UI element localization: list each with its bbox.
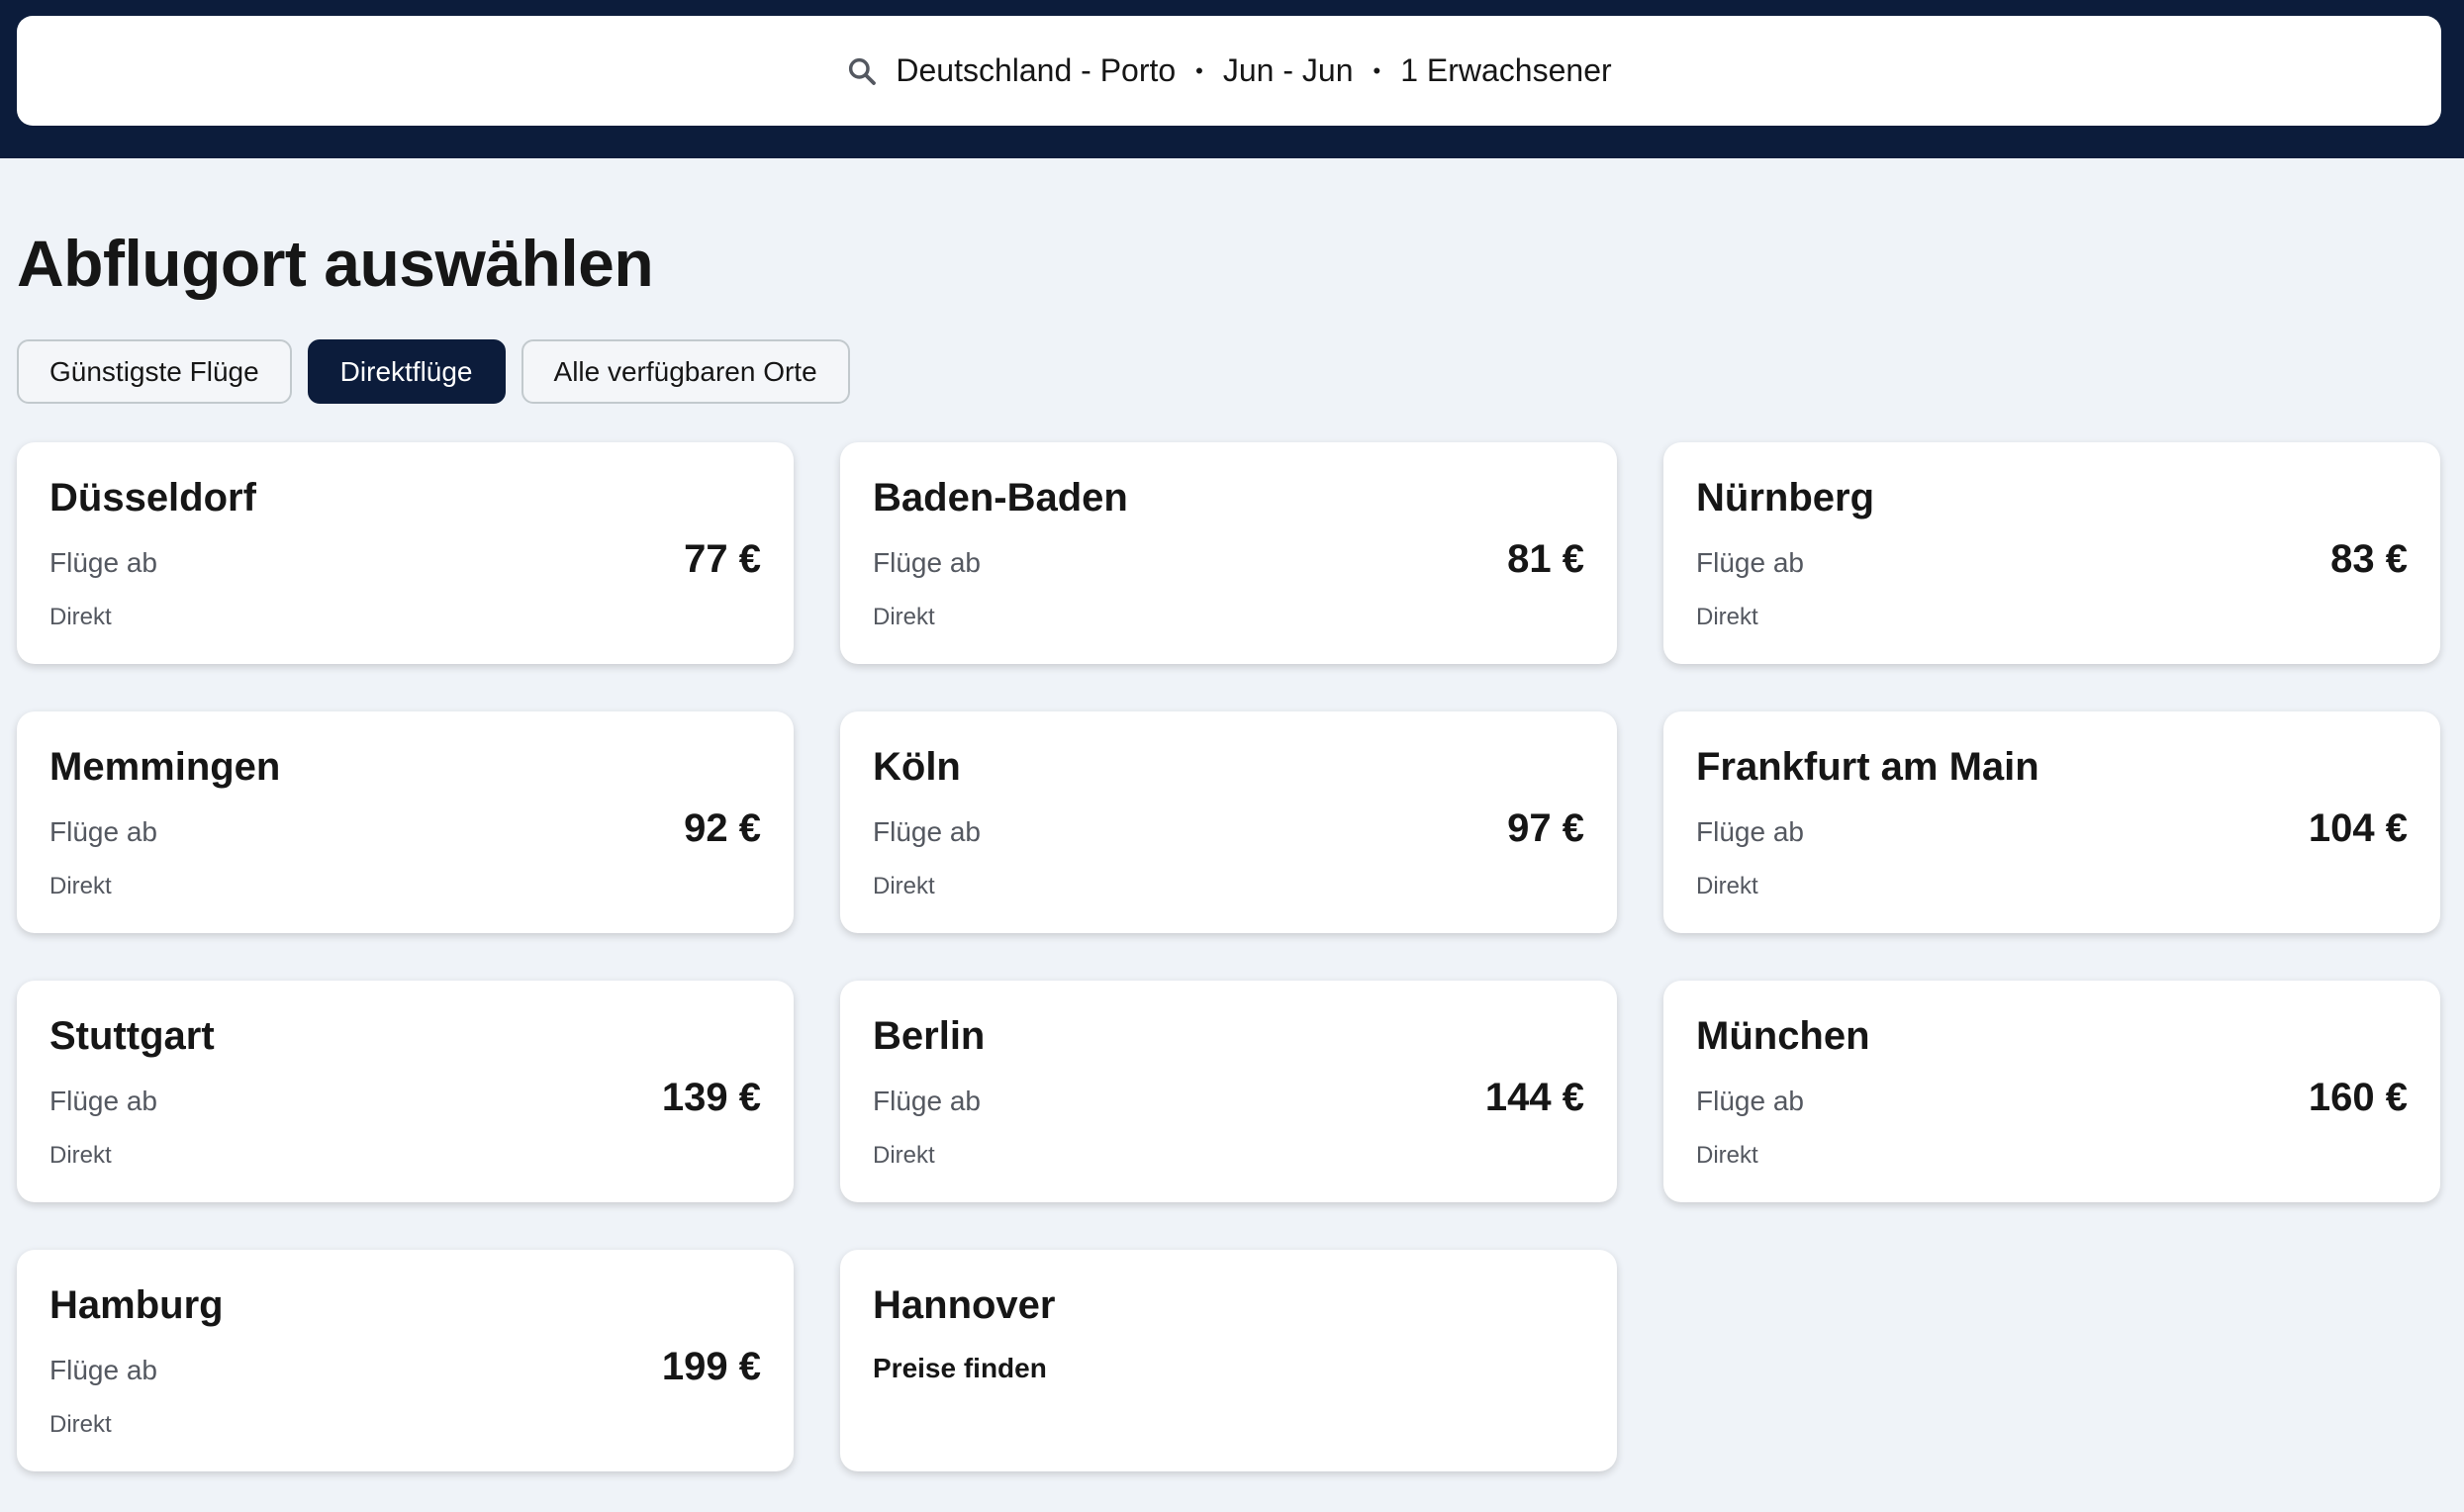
filter-direct-button[interactable]: Direktflüge (307, 339, 506, 404)
card-stops: Direkt (1696, 604, 1758, 630)
departure-card-baden-baden[interactable]: Baden-Baden Flüge ab 81 € Direkt (840, 442, 1617, 664)
card-stops: Direkt (873, 873, 935, 899)
search-icon (849, 57, 877, 85)
card-from-label: Flüge ab (49, 816, 157, 847)
departure-card-berlin[interactable]: Berlin Flüge ab 144 € Direkt (840, 981, 1617, 1202)
card-price: 139 € (661, 1076, 761, 1119)
card-price: 144 € (1484, 1076, 1584, 1119)
card-from-label: Flüge ab (1696, 1086, 1804, 1116)
departure-card-muenchen[interactable]: München Flüge ab 160 € Direkt (1663, 981, 2440, 1202)
card-stops: Direkt (873, 1142, 935, 1169)
card-city: Nürnberg (1696, 476, 1874, 520)
card-stops: Direkt (49, 1411, 112, 1438)
departure-card-hannover[interactable]: Hannover Preise finden (840, 1250, 1617, 1471)
card-price: 83 € (2330, 537, 2408, 581)
card-city: Frankfurt am Main (1696, 745, 2039, 789)
card-city: Hamburg (49, 1283, 224, 1327)
departure-card-nuernberg[interactable]: Nürnberg Flüge ab 83 € Direkt (1663, 442, 2440, 664)
card-price: 97 € (1507, 806, 1584, 850)
page-title: Abflugort auswählen (17, 227, 654, 300)
search-route: Deutschland - Porto (896, 52, 1177, 88)
departure-card-duesseldorf[interactable]: Düsseldorf Flüge ab 77 € Direkt (17, 442, 794, 664)
card-from-label: Flüge ab (873, 1086, 981, 1116)
card-stops: Direkt (49, 873, 112, 899)
separator-dot: • (1373, 57, 1381, 83)
card-price: 77 € (684, 537, 761, 581)
card-stops: Direkt (49, 1142, 112, 1169)
card-stops: Direkt (873, 604, 935, 630)
card-price: 81 € (1507, 537, 1584, 581)
filter-chips: Günstigste Flüge Direktflüge Alle verfüg… (17, 339, 850, 404)
departure-card-hamburg[interactable]: Hamburg Flüge ab 199 € Direkt (17, 1250, 794, 1471)
card-city: Stuttgart (49, 1014, 215, 1058)
card-from-label: Flüge ab (873, 816, 981, 847)
card-stops: Direkt (1696, 1142, 1758, 1169)
card-stops: Direkt (49, 604, 112, 630)
departure-card-stuttgart[interactable]: Stuttgart Flüge ab 139 € Direkt (17, 981, 794, 1202)
filter-cheapest-button[interactable]: Günstigste Flüge (17, 339, 292, 404)
card-from-label: Flüge ab (1696, 547, 1804, 578)
card-city: München (1696, 1014, 1870, 1058)
departure-card-memmingen[interactable]: Memmingen Flüge ab 92 € Direkt (17, 711, 794, 933)
card-from-label: Flüge ab (873, 547, 981, 578)
filter-all-places-button[interactable]: Alle verfügbaren Orte (521, 339, 850, 404)
header-bar: Deutschland - Porto • Jun - Jun • 1 Erwa… (0, 0, 2464, 158)
card-from-label: Flüge ab (1696, 816, 1804, 847)
card-price: 160 € (2308, 1076, 2408, 1119)
card-price: 199 € (661, 1345, 761, 1388)
card-from-label: Flüge ab (49, 547, 157, 578)
search-travellers: 1 Erwachsener (1400, 52, 1612, 88)
search-dates: Jun - Jun (1222, 52, 1354, 88)
card-from-label: Flüge ab (49, 1086, 157, 1116)
card-price: 104 € (2308, 806, 2408, 850)
search-summary-button[interactable]: Deutschland - Porto • Jun - Jun • 1 Erwa… (17, 16, 2441, 126)
departure-card-frankfurt[interactable]: Frankfurt am Main Flüge ab 104 € Direkt (1663, 711, 2440, 933)
card-city: Memmingen (49, 745, 281, 789)
departure-grid: Düsseldorf Flüge ab 77 € Direkt Baden-Ba… (17, 442, 2440, 1471)
card-city: Baden-Baden (873, 476, 1128, 520)
card-price: 92 € (684, 806, 761, 850)
card-stops: Direkt (1696, 873, 1758, 899)
card-from-label: Flüge ab (49, 1355, 157, 1385)
card-city: Köln (873, 745, 961, 789)
separator-dot: • (1195, 57, 1203, 83)
card-city: Hannover (873, 1283, 1056, 1327)
departure-card-koeln[interactable]: Köln Flüge ab 97 € Direkt (840, 711, 1617, 933)
find-prices-link[interactable]: Preise finden (873, 1353, 1047, 1384)
card-city: Düsseldorf (49, 476, 256, 520)
card-city: Berlin (873, 1014, 986, 1058)
